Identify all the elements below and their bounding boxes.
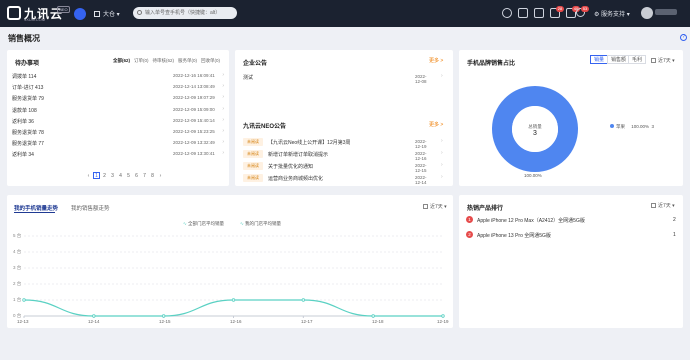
x-tick-label: 12-15 xyxy=(159,319,171,324)
x-tick-label: 12-13 xyxy=(17,319,29,324)
product-qty: 1 xyxy=(673,232,676,238)
data-point[interactable] xyxy=(441,314,445,318)
ranking-date-select[interactable]: 近7天 ▾ xyxy=(651,202,675,209)
product-name: Apple iPhone 12 Pro Max（A2412）全网通5G版 xyxy=(477,218,585,224)
rank-number: 2 xyxy=(466,231,473,238)
x-tick-label: 12-17 xyxy=(301,319,313,324)
x-tick-label: 12-16 xyxy=(230,319,242,324)
product-name: Apple iPhone 13 Pro 全网通5G版 xyxy=(477,233,551,239)
date-label: 近7天 xyxy=(658,203,671,209)
data-point[interactable] xyxy=(92,314,96,318)
rank-number: 1 xyxy=(466,216,473,223)
ranking-panel: 热销产品排行 xyxy=(459,195,683,328)
x-tick-label: 12-19 xyxy=(437,319,449,324)
data-point[interactable] xyxy=(161,314,166,318)
product-qty: 2 xyxy=(673,217,676,223)
data-point[interactable] xyxy=(301,298,306,302)
series-line xyxy=(23,299,443,317)
data-point[interactable] xyxy=(22,298,26,302)
calendar-icon xyxy=(651,203,656,208)
data-point[interactable] xyxy=(371,314,375,318)
x-tick-label: 12-18 xyxy=(372,319,384,324)
x-tick-label: 12-14 xyxy=(88,319,100,324)
data-point[interactable] xyxy=(231,298,236,302)
ranking-title: 热销产品排行 xyxy=(467,206,504,212)
